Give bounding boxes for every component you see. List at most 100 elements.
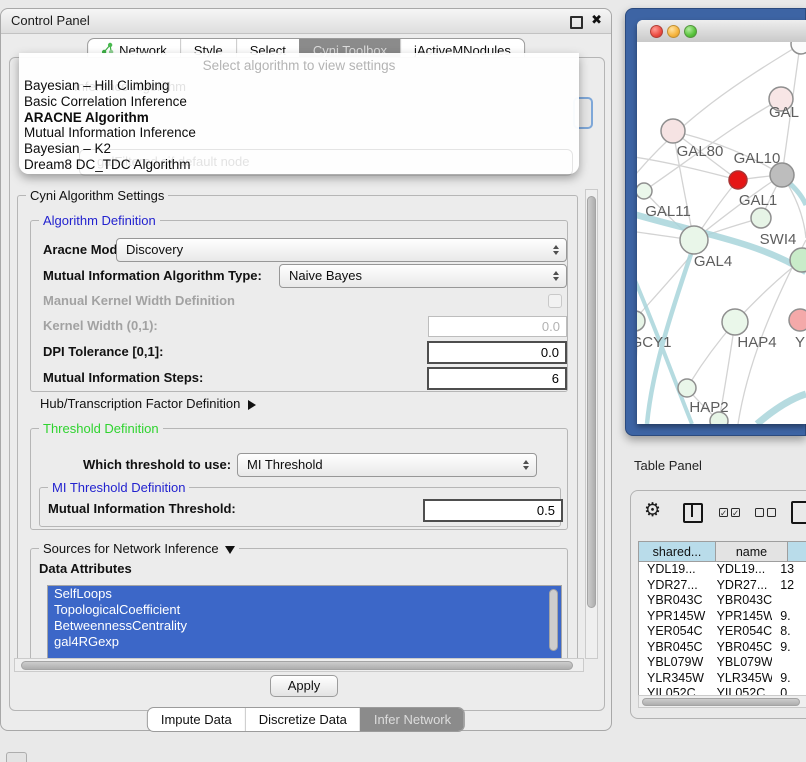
attribute-item-selfloops[interactable]: SelfLoops: [48, 586, 561, 602]
node-bottom-green[interactable]: [710, 412, 728, 424]
attributes-scrollbar-thumb[interactable]: [549, 589, 558, 651]
settings-vertical-scrollbar-thumb[interactable]: [587, 196, 596, 608]
dpi-tolerance-label: DPI Tolerance [0,1]:: [43, 340, 163, 364]
attribute-item-topologicalcoefficient[interactable]: TopologicalCoefficient: [48, 602, 561, 618]
node-gray-node[interactable]: [770, 163, 794, 187]
attribute-item-partial[interactable]: [48, 650, 561, 658]
node-label-gal: GAL: [769, 104, 799, 121]
select-all-checkbox-icon[interactable]: ✓: [719, 508, 728, 517]
algorithm-dropdown-popup: Inference Algorithm galFiltered.sif defa…: [19, 53, 579, 174]
node-hap4[interactable]: [722, 309, 748, 335]
deselect-all-checkbox-icon[interactable]: [755, 508, 764, 517]
table-row[interactable]: YER054CYER054C8.: [639, 624, 806, 640]
mi-steps-field[interactable]: 6: [427, 367, 567, 390]
node-label-gal10: GAL10: [734, 150, 781, 167]
apply-button[interactable]: Apply: [270, 675, 338, 697]
tab-label: Discretize Data: [259, 708, 347, 731]
control-panel-window: Control Panel ✖ NetworkStyleSelectCyni T…: [0, 8, 612, 731]
kernel-width-field[interactable]: 0.0: [428, 316, 567, 337]
table-row[interactable]: YBR043CYBR043C: [639, 593, 806, 609]
node-gcy1[interactable]: [637, 311, 645, 331]
table-cell: YBR043C: [639, 593, 709, 609]
node-gal1[interactable]: [751, 208, 771, 228]
network-canvas-svg: GALGAL80GAL10GAL11GAL1SWI4GAL4GCY1HAP4YH…: [637, 42, 806, 424]
table-cell: 8.: [772, 624, 806, 640]
float-icon[interactable]: [570, 16, 583, 29]
aracne-mode-combobox[interactable]: Discovery: [116, 238, 567, 262]
column-header-2[interactable]: [788, 541, 806, 562]
mi-threshold-field[interactable]: 0.5: [423, 499, 563, 522]
which-threshold-value: MI Threshold: [247, 457, 323, 472]
table-cell: YPR145W: [709, 609, 773, 625]
gear-icon[interactable]: ⚙: [644, 499, 661, 523]
minimize-traffic-light[interactable]: [667, 25, 680, 38]
zoom-traffic-light[interactable]: [684, 25, 697, 38]
column-header-shared-[interactable]: shared...: [638, 541, 716, 562]
table-cell: YLR345W: [709, 671, 773, 687]
node-hap2[interactable]: [678, 379, 696, 397]
table-cell: YDR27...: [639, 578, 709, 594]
tab-discretize-data[interactable]: Discretize Data: [245, 708, 360, 731]
tab-infer-network[interactable]: Infer Network: [360, 708, 464, 731]
table-row[interactable]: YPR145WYPR145W9.: [639, 609, 806, 625]
settings-horizontal-scrollbar[interactable]: [14, 658, 584, 672]
algorithm-definition-legend: Algorithm Definition: [39, 213, 160, 228]
attribute-item-betweennesscentrality[interactable]: BetweennessCentrality: [48, 618, 561, 634]
document-icon[interactable]: [791, 501, 806, 524]
kernel-width-label: Kernel Width (0,1):: [43, 314, 158, 338]
algorithm-definition-fieldset: Algorithm Definition Aracne Mode: Discov…: [30, 220, 568, 392]
table-row[interactable]: YLR345WYLR345W9.: [639, 671, 806, 687]
hub-definition-toggle[interactable]: Hub/Transcription Factor Definition: [40, 396, 256, 412]
cyni-algorithm-settings-legend: Cyni Algorithm Settings: [26, 188, 168, 203]
column-header-name[interactable]: name: [716, 541, 788, 562]
which-threshold-combobox[interactable]: MI Threshold: [237, 453, 537, 477]
stepper-arrows-icon: [553, 271, 559, 281]
manual-kernel-checkbox[interactable]: [548, 294, 562, 308]
table-horizontal-scrollbar-thumb[interactable]: [642, 698, 800, 706]
close-traffic-light[interactable]: [650, 25, 663, 38]
deselect-all-checkbox-icon[interactable]: [767, 508, 776, 517]
table-row[interactable]: YBR045CYBR045C9.: [639, 640, 806, 656]
table-row[interactable]: YIL052CYIL052C0.: [639, 686, 806, 695]
algorithm-option-mutual-information-inference[interactable]: Mutual Information Inference: [19, 125, 579, 141]
tab-impute-data[interactable]: Impute Data: [148, 708, 245, 731]
attribute-item-gal4rgexp[interactable]: gal4RGexp: [48, 634, 561, 650]
network-window-titlebar[interactable]: [637, 20, 806, 43]
stepper-arrows-icon: [553, 245, 559, 255]
node-gal10[interactable]: [729, 171, 747, 189]
select-all-checkbox-icon[interactable]: ✓: [731, 508, 740, 517]
table-row[interactable]: YBL079WYBL079W: [639, 655, 806, 671]
mi-threshold-label: Mutual Information Threshold:: [48, 497, 236, 521]
algorithm-option-aracne-algorithm[interactable]: ARACNE Algorithm: [19, 110, 579, 126]
node-pink-right[interactable]: [789, 309, 806, 331]
dpi-tolerance-field[interactable]: 0.0: [427, 341, 567, 364]
node-gal11[interactable]: [637, 183, 652, 199]
algorithm-option-dream8-dc-tdc-algorithm[interactable]: Dream8 DC_TDC Algorithm: [19, 157, 579, 173]
table-horizontal-scrollbar[interactable]: [638, 695, 806, 708]
table-row[interactable]: YDR27...YDR27...12: [639, 578, 806, 594]
table-cell: 13: [772, 562, 806, 578]
minimized-panel-chip[interactable]: [6, 752, 27, 762]
mi-type-combobox[interactable]: Naive Bayes: [279, 264, 567, 288]
expanded-arrow-icon: [225, 546, 235, 554]
node-unnamed-top[interactable]: [791, 42, 806, 54]
table-cell: YIL052C: [709, 686, 773, 695]
node-label-gal11: GAL11: [645, 203, 691, 220]
mi-threshold-legend: MI Threshold Definition: [48, 480, 189, 495]
node-gal4[interactable]: [680, 226, 708, 254]
algorithm-option-bayesian-k2[interactable]: Bayesian – K2: [19, 141, 579, 157]
node-label-gal1: GAL1: [739, 192, 777, 209]
table-cell: YBL079W: [639, 655, 709, 671]
node-label-gal4: GAL4: [694, 253, 732, 270]
split-view-icon[interactable]: [683, 503, 703, 523]
table-cell: [772, 593, 806, 609]
algorithm-option-basic-correlation-inference[interactable]: Basic Correlation Inference: [19, 94, 579, 110]
settings-horizontal-scrollbar-thumb[interactable]: [21, 661, 573, 670]
collapsed-arrow-icon: [248, 400, 256, 410]
node-gal80[interactable]: [661, 119, 685, 143]
settings-vertical-scrollbar[interactable]: [585, 189, 598, 659]
table-row[interactable]: YDL19...YDL19...13: [639, 562, 806, 578]
algorithm-option-bayesian-hill-climbing[interactable]: Bayesian – Hill Climbing: [19, 78, 579, 94]
network-canvas[interactable]: GALGAL80GAL10GAL11GAL1SWI4GAL4GCY1HAP4YH…: [637, 42, 806, 424]
close-icon[interactable]: ✖: [591, 12, 602, 28]
